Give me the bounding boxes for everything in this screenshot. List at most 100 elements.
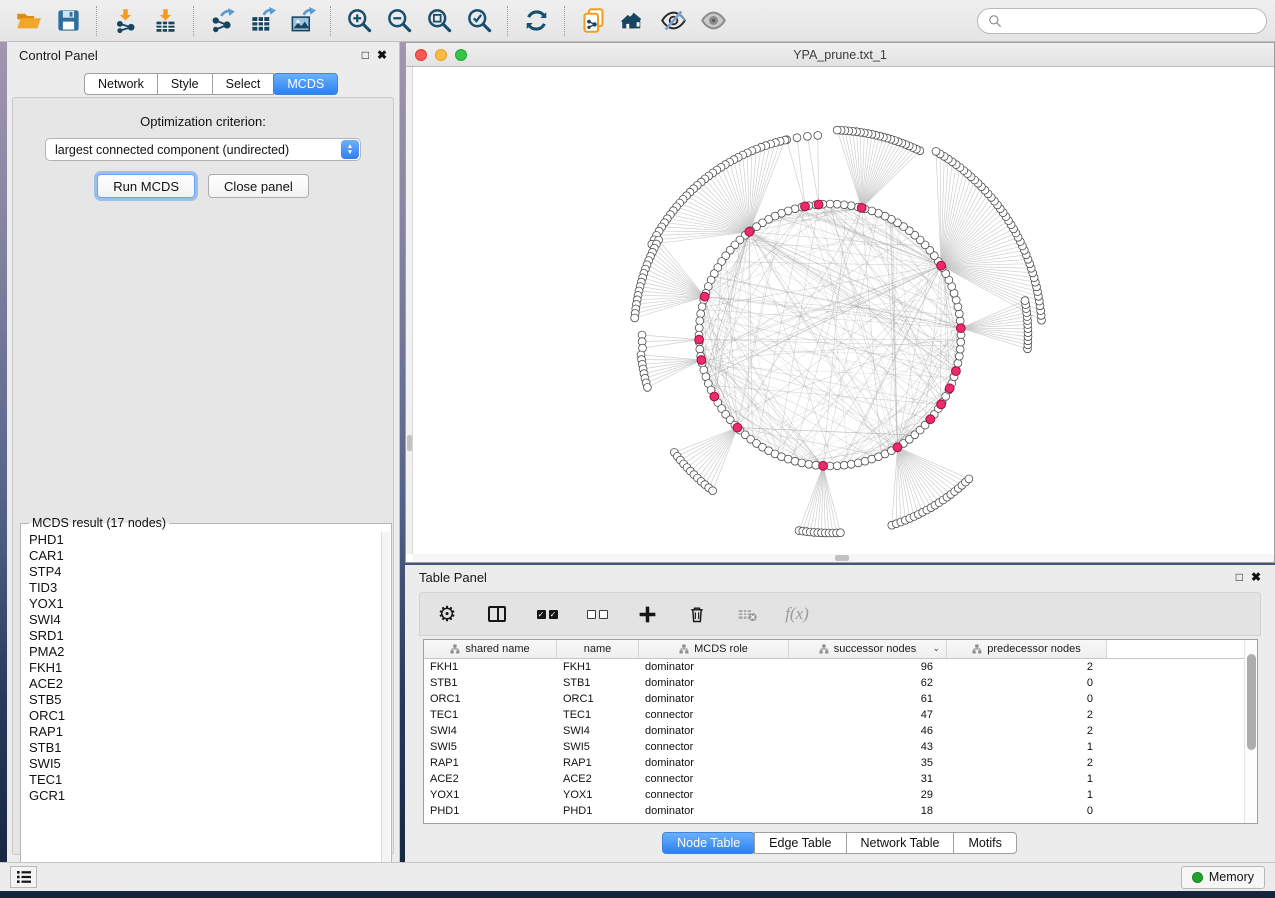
open-folder-icon xyxy=(15,7,42,34)
mcds-result-item[interactable]: STB1 xyxy=(22,740,380,756)
close-panel-icon[interactable]: ✖ xyxy=(377,49,387,61)
show-all-button[interactable] xyxy=(693,4,733,38)
apply-preferred-layout-button[interactable] xyxy=(516,4,556,38)
network-horizontal-scrollbar[interactable] xyxy=(413,554,1274,562)
network-vertical-scrollbar-thumb[interactable] xyxy=(407,435,412,451)
delete-column-button[interactable] xyxy=(684,601,710,627)
tree-icon xyxy=(450,644,460,654)
float-panel-icon[interactable]: □ xyxy=(362,49,369,61)
run-mcds-button[interactable]: Run MCDS xyxy=(97,174,195,198)
mcds-result-item[interactable]: ORC1 xyxy=(22,708,380,724)
mcds-result-item[interactable]: ACE2 xyxy=(22,676,380,692)
houses-icon xyxy=(620,7,647,34)
toolbar-separator xyxy=(193,6,194,36)
tab-network[interactable]: Network xyxy=(84,73,158,95)
list-icon xyxy=(16,870,32,884)
column-header-successor-nodes[interactable]: successor nodes⌄ xyxy=(789,640,947,658)
export-image-button[interactable] xyxy=(282,4,322,38)
network-from-selection-button[interactable] xyxy=(573,4,613,38)
mcds-result-item[interactable]: GCR1 xyxy=(22,788,380,804)
hide-selected-button[interactable] xyxy=(653,4,693,38)
close-panel-button[interactable]: Close panel xyxy=(208,174,309,198)
criterion-select[interactable]: largest connected component (undirected)… xyxy=(45,138,361,161)
table-settings-button[interactable]: ⚙ xyxy=(434,601,460,627)
table-row[interactable]: SWI4SWI4dominator462 xyxy=(424,723,1107,739)
memory-button[interactable]: Memory xyxy=(1181,866,1265,889)
mcds-result-item[interactable]: PHD1 xyxy=(22,532,380,548)
tab-mcds[interactable]: MCDS xyxy=(273,73,338,95)
column-header-shared-name[interactable]: shared name xyxy=(424,640,557,658)
table-row[interactable]: RAP1RAP1dominator352 xyxy=(424,755,1107,771)
column-header-predecessor-nodes[interactable]: predecessor nodes xyxy=(947,640,1107,658)
first-neighbors-button[interactable] xyxy=(613,4,653,38)
toolbar-separator xyxy=(507,6,508,36)
mcds-result-item[interactable]: SWI4 xyxy=(22,612,380,628)
network-graph[interactable] xyxy=(406,67,1274,562)
import-network-icon xyxy=(112,7,139,34)
mcds-result-item[interactable]: SRD1 xyxy=(22,628,380,644)
search-icon xyxy=(988,14,1002,28)
search-input[interactable] xyxy=(1008,14,1256,28)
save-session-button[interactable] xyxy=(48,4,88,38)
table-row[interactable]: YOX1YOX1connector291 xyxy=(424,787,1107,803)
network-vertical-scrollbar[interactable] xyxy=(406,67,413,554)
network-canvas[interactable] xyxy=(406,67,1274,562)
open-session-button[interactable] xyxy=(8,4,48,38)
unchecked-boxes-icon xyxy=(587,610,608,619)
table-row[interactable]: TEC1TEC1connector472 xyxy=(424,707,1107,723)
delete-table-button[interactable] xyxy=(734,601,760,627)
mcds-panel: Optimization criterion: largest connecte… xyxy=(12,97,394,855)
toolbar-separator xyxy=(96,6,97,36)
duplicate-network-icon xyxy=(580,7,607,34)
tab-node-table[interactable]: Node Table xyxy=(662,832,755,854)
table-row[interactable]: ORC1ORC1dominator610 xyxy=(424,691,1107,707)
mcds-result-item[interactable]: YOX1 xyxy=(22,596,380,612)
mcds-result-item[interactable]: FKH1 xyxy=(22,660,380,676)
zoom-selected-button[interactable] xyxy=(459,4,499,38)
import-table-button[interactable] xyxy=(145,4,185,38)
node-table: shared name name MCDS role successor nod… xyxy=(423,639,1258,824)
column-selector-button[interactable] xyxy=(484,601,510,627)
table-row[interactable]: ACE2ACE2connector311 xyxy=(424,771,1107,787)
export-table-button[interactable] xyxy=(242,4,282,38)
table-row[interactable]: STB1STB1dominator620 xyxy=(424,675,1107,691)
select-all-rows-button[interactable]: ✓✓ xyxy=(534,601,560,627)
mcds-result-item[interactable]: PMA2 xyxy=(22,644,380,660)
mcds-result-item[interactable]: SWI5 xyxy=(22,756,380,772)
close-table-panel-icon[interactable]: ✖ xyxy=(1251,571,1261,583)
zoom-in-button[interactable] xyxy=(339,4,379,38)
deselect-all-rows-button[interactable] xyxy=(584,601,610,627)
column-header-name[interactable]: name xyxy=(557,640,639,658)
zoom-fit-button[interactable] xyxy=(419,4,459,38)
tab-style[interactable]: Style xyxy=(157,73,213,95)
export-network-button[interactable] xyxy=(202,4,242,38)
mcds-result-list: PHD1CAR1STP4TID3YOX1SWI4SRD1PMA2FKH1ACE2… xyxy=(22,532,380,886)
tab-edge-table[interactable]: Edge Table xyxy=(754,832,846,854)
tab-motifs[interactable]: Motifs xyxy=(953,832,1016,854)
mcds-result-item[interactable]: RAP1 xyxy=(22,724,380,740)
mcds-result-item[interactable]: TEC1 xyxy=(22,772,380,788)
add-column-button[interactable] xyxy=(634,601,660,627)
network-horizontal-scrollbar-thumb[interactable] xyxy=(835,555,849,561)
table-row[interactable]: FKH1FKH1dominator962 xyxy=(424,659,1107,675)
mcds-result-scrollbar[interactable] xyxy=(381,532,390,886)
function-builder-button[interactable]: f(x) xyxy=(784,601,810,627)
mcds-result-item[interactable]: STP4 xyxy=(22,564,380,580)
table-row[interactable]: SWI5SWI5connector431 xyxy=(424,739,1107,755)
import-network-button[interactable] xyxy=(105,4,145,38)
network-window-title: YPA_prune.txt_1 xyxy=(406,48,1274,62)
float-table-panel-icon[interactable]: □ xyxy=(1236,571,1243,583)
tab-network-table[interactable]: Network Table xyxy=(846,832,955,854)
tab-select[interactable]: Select xyxy=(212,73,275,95)
tree-icon xyxy=(972,644,982,654)
mcds-result-item[interactable]: TID3 xyxy=(22,580,380,596)
mcds-result-item[interactable]: CAR1 xyxy=(22,548,380,564)
table-scrollbar[interactable] xyxy=(1244,640,1257,823)
mcds-result-item[interactable]: STB5 xyxy=(22,692,380,708)
network-window-titlebar[interactable]: YPA_prune.txt_1 xyxy=(406,43,1274,67)
zoom-out-button[interactable] xyxy=(379,4,419,38)
table-scrollbar-thumb[interactable] xyxy=(1247,654,1256,750)
table-row[interactable]: PHD1PHD1dominator180 xyxy=(424,803,1107,819)
column-header-mcds-role[interactable]: MCDS role xyxy=(639,640,789,658)
show-panels-button[interactable] xyxy=(10,866,37,888)
